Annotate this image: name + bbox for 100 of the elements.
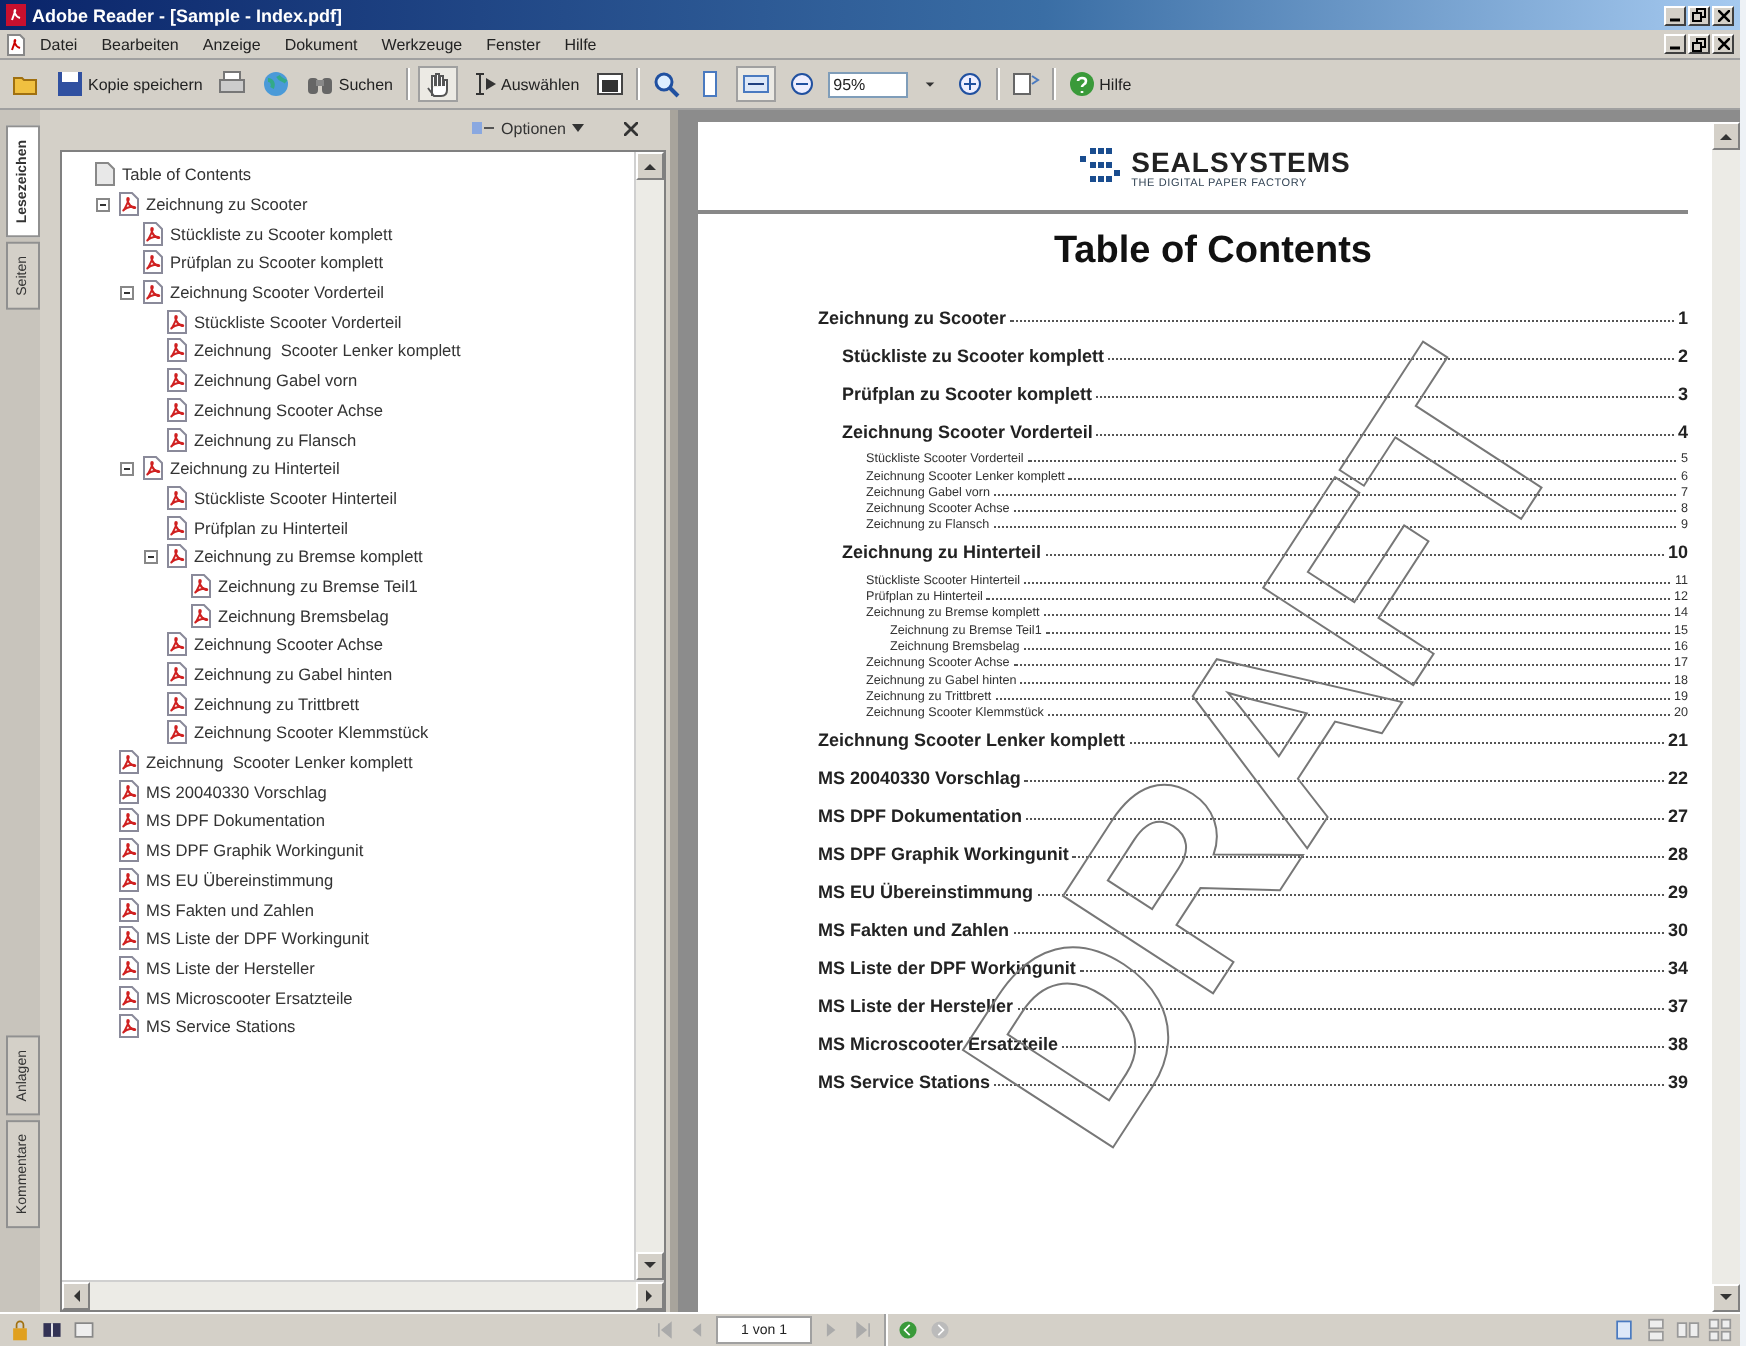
bookmark-item[interactable]: MS Fakten und Zahlen [146, 899, 314, 920]
menu-item[interactable]: Werkzeuge [371, 35, 473, 53]
page-number: 38 [1667, 1033, 1688, 1054]
scrollbar[interactable] [62, 1280, 664, 1310]
continuous-facing-icon [1708, 1318, 1732, 1342]
bookmark-item[interactable]: Prüfplan zu Hinterteil [194, 517, 349, 538]
continuous-icon [1644, 1318, 1668, 1342]
menu-item[interactable]: Anzeige [192, 35, 271, 53]
pdf-file-icon [166, 368, 188, 393]
bookmark-item[interactable]: Zeichnung Scooter Lenker komplett [194, 340, 461, 361]
plus-circle-icon [955, 70, 984, 98]
save-copy-button[interactable]: Kopie speichern [52, 68, 207, 100]
search-button[interactable]: Suchen [302, 68, 398, 100]
collapse-icon[interactable] [144, 549, 158, 564]
bookmark-item[interactable]: Table of Contents [122, 164, 252, 185]
collapse-icon[interactable] [120, 461, 134, 476]
page-number: 27 [1667, 805, 1688, 826]
bookmark-item[interactable]: Zeichnung Scooter Achse [194, 634, 384, 655]
caret-icon [572, 124, 584, 132]
page-number: 29 [1667, 881, 1688, 902]
bookmark-item[interactable]: Zeichnung zu Trittbrett [194, 693, 360, 714]
bookmark-item[interactable]: Zeichnung zu Scooter [146, 194, 308, 215]
bookmark-item[interactable]: MS DPF Graphik Workingunit [146, 840, 364, 861]
book-icon [40, 1318, 64, 1342]
pdf-file-icon [190, 603, 212, 628]
fit-width-button[interactable] [735, 66, 776, 102]
bookmark-item[interactable]: Zeichnung zu Gabel hinten [194, 664, 393, 685]
restore-button[interactable] [1688, 34, 1710, 54]
scroll-right-icon [646, 1290, 654, 1302]
minimize-button[interactable] [1664, 5, 1686, 25]
select-tool-button[interactable]: Auswählen [465, 68, 584, 100]
bookmark-item[interactable]: Zeichnung zu Flansch [194, 429, 357, 450]
menu-item[interactable]: Dokument [274, 35, 368, 53]
facing-pages-icon [1676, 1318, 1700, 1342]
scroll-up-icon [1720, 132, 1732, 140]
pdf-file-icon [118, 808, 140, 833]
bookmark-item[interactable]: MS EU Übereinstimmung [146, 869, 334, 890]
document-title: Table of Contents [1051, 230, 1375, 274]
bookmark-item[interactable]: Zeichnung zu Bremse komplett [194, 546, 423, 567]
app-logo-icon [6, 4, 26, 26]
scrollbar[interactable] [1712, 122, 1740, 1312]
scrollbar[interactable] [634, 152, 664, 1280]
page-number: 34 [1667, 957, 1688, 978]
pdf-file-icon [118, 838, 140, 863]
minimize-button[interactable] [1664, 34, 1686, 54]
help-button[interactable]: Hilfe [1063, 68, 1136, 100]
bookmark-item[interactable]: MS Service Stations [146, 1016, 296, 1037]
bookmark-item[interactable]: Prüfplan zu Scooter komplett [170, 252, 384, 273]
page-number: 21 [1667, 729, 1688, 750]
hand-icon [423, 70, 452, 98]
pdf-file-icon [118, 897, 140, 922]
monitor-icon [72, 1318, 96, 1342]
snapshot-button[interactable] [591, 68, 628, 100]
forward-icon [928, 1318, 952, 1342]
bookmark-item[interactable]: Zeichnung Scooter Achse [194, 399, 384, 420]
bookmark-item[interactable]: Zeichnung Scooter Vorderteil [170, 282, 385, 303]
pdf-file-icon [166, 515, 188, 540]
menu-item[interactable]: Datei [30, 35, 88, 53]
bookmark-item[interactable]: Stückliste Scooter Vorderteil [194, 311, 402, 332]
pdf-file-icon [166, 632, 188, 657]
page-number: 10 [1667, 541, 1688, 562]
printer-icon [218, 70, 247, 98]
bookmark-item[interactable]: Zeichnung zu Bremse Teil1 [218, 575, 418, 596]
hand-tool-button[interactable] [417, 66, 458, 102]
rotate-button[interactable] [1007, 68, 1044, 100]
menu-item[interactable]: Fenster [476, 35, 551, 53]
menu-item[interactable]: Hilfe [554, 35, 607, 53]
single-page-icon [1612, 1318, 1636, 1342]
bookmark-item[interactable]: MS Liste der Hersteller [146, 957, 315, 978]
bookmark-item[interactable]: Stückliste Scooter Hinterteil [194, 487, 397, 508]
collapse-icon[interactable] [96, 197, 110, 212]
bookmark-item[interactable]: MS 20040330 Vorschlag [146, 781, 327, 802]
page-number: 28 [1667, 843, 1688, 864]
pdf-file-icon [142, 280, 164, 305]
bookmark-item[interactable]: MS DPF Dokumentation [146, 810, 325, 831]
pdf-file-icon [166, 427, 188, 452]
pdf-file-icon [166, 544, 188, 569]
pdf-file-icon [166, 720, 188, 745]
restore-button[interactable] [1688, 5, 1710, 25]
close-button[interactable] [1712, 34, 1734, 54]
bookmark-item[interactable]: Zeichnung Scooter Klemmstück [194, 722, 429, 743]
pdf-file-icon [166, 691, 188, 716]
collapse-icon[interactable] [120, 285, 134, 300]
bookmark-item[interactable]: Stückliste zu Scooter komplett [170, 223, 393, 244]
close-button[interactable] [1712, 5, 1734, 25]
bookmark-item[interactable]: Zeichnung Gabel vorn [194, 370, 358, 391]
pdf-file-icon [142, 250, 164, 275]
bookmark-item[interactable]: Zeichnung Scooter Lenker komplett [146, 752, 413, 773]
scroll-left-icon [72, 1290, 80, 1302]
bookmark-item[interactable]: Zeichnung zu Hinterteil [170, 458, 340, 479]
page-number: 39 [1667, 1071, 1688, 1092]
bookmark-item[interactable]: Zeichnung Bremsbelag [218, 605, 389, 626]
pdf-file-icon [190, 573, 212, 598]
last-page-icon [852, 1318, 876, 1342]
options-button[interactable]: Optionen [459, 117, 596, 139]
bookmark-item[interactable]: MS Liste der DPF Workingunit [146, 928, 369, 949]
back-icon [896, 1318, 920, 1342]
menu-item[interactable]: Bearbeiten [91, 35, 189, 53]
zoom-field[interactable]: 95% [827, 71, 908, 97]
bookmark-item[interactable]: MS Microscooter Ersatzteile [146, 987, 353, 1008]
